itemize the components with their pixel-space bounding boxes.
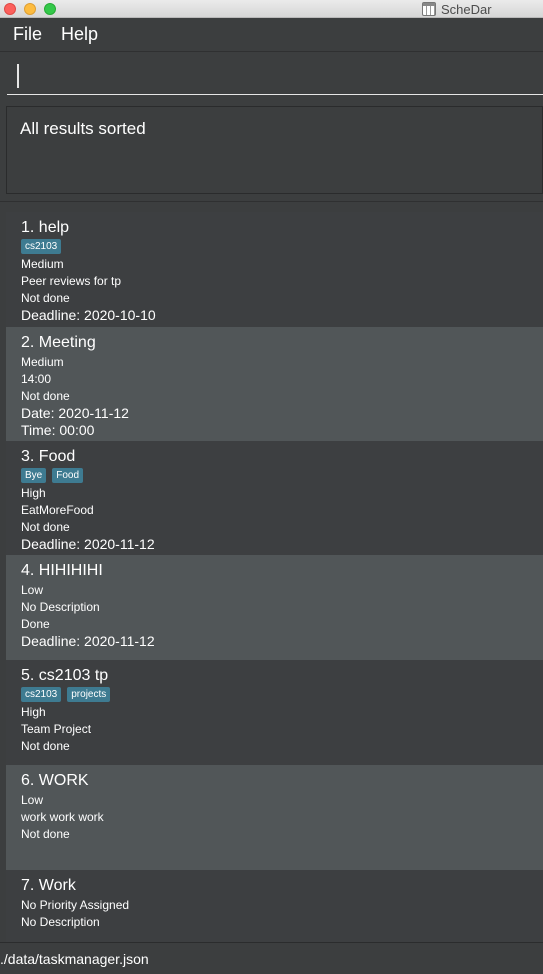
task-description: work work work <box>21 810 104 824</box>
data-file-path: ./data/taskmanager.json <box>0 950 149 967</box>
status-bar: ./data/taskmanager.json <box>0 942 543 974</box>
menu-help[interactable]: Help <box>48 24 104 45</box>
tag: Food <box>52 468 84 483</box>
task-title: 4. HIHIHIHI <box>21 562 103 579</box>
task-status: Done <box>21 617 50 631</box>
task-card[interactable]: 5. cs2103 tp cs2103 projects High Team P… <box>6 660 543 765</box>
task-priority: Low <box>21 793 44 807</box>
task-status: Not done <box>21 739 70 753</box>
task-priority: Medium <box>21 355 64 369</box>
menu-file[interactable]: File <box>0 24 48 45</box>
result-display: All results sorted <box>6 106 543 194</box>
tag-list: cs2103 <box>21 239 528 254</box>
task-priority: Low <box>21 583 44 597</box>
task-priority: High <box>21 705 46 719</box>
window-title: ScheDar <box>441 1 492 17</box>
menu-bar: File Help <box>0 18 543 52</box>
task-deadline: Deadline: 2020-11-12 <box>21 536 155 552</box>
task-card[interactable]: 6. WORK Low work work work Not done <box>6 765 543 870</box>
task-priority: No Priority Assigned <box>21 898 130 912</box>
task-title: 6. WORK <box>21 772 89 789</box>
task-card[interactable]: 2. Meeting Medium 14:00 Not done Date: 2… <box>6 327 543 441</box>
task-title: 5. cs2103 tp <box>21 667 109 684</box>
tag-list: cs2103 projects <box>21 687 528 702</box>
task-deadline: Deadline: 2020-11-12 <box>21 633 155 649</box>
task-priority: High <box>21 486 46 500</box>
maximize-window-button[interactable] <box>44 3 56 15</box>
task-card[interactable]: 1. help cs2103 Medium Peer reviews for t… <box>6 212 543 327</box>
result-text: All results sorted <box>20 119 146 138</box>
task-list[interactable]: 1. help cs2103 Medium Peer reviews for t… <box>0 201 543 942</box>
result-display-container: All results sorted <box>0 101 543 201</box>
title-bar: ScheDar <box>0 0 543 18</box>
task-description: EatMoreFood <box>21 503 94 517</box>
tag: Bye <box>21 468 47 483</box>
tag-list: Bye Food <box>21 468 528 483</box>
task-card[interactable]: 4. HIHIHIHI Low No Description Done Dead… <box>6 555 543 660</box>
task-date: Date: 2020-11-12 <box>21 405 129 421</box>
window-title-group: ScheDar <box>422 1 492 17</box>
minimize-window-button[interactable] <box>24 3 36 15</box>
task-priority: Medium <box>21 257 64 271</box>
tag: projects <box>67 687 111 702</box>
task-title: 2. Meeting <box>21 334 96 351</box>
task-time: Time: 00:00 <box>21 422 95 438</box>
close-window-button[interactable] <box>4 3 16 15</box>
task-status: Not done <box>21 389 70 403</box>
task-status: Not done <box>21 827 70 841</box>
task-title: 7. Work <box>21 877 76 894</box>
task-title: 1. help <box>21 219 70 236</box>
task-status: Not done <box>21 520 70 534</box>
task-description: 14:00 <box>21 372 52 386</box>
task-title: 3. Food <box>21 448 76 465</box>
task-description: Team Project <box>21 722 92 736</box>
command-input[interactable] <box>7 61 543 95</box>
task-status: Not done <box>21 291 70 305</box>
task-description: Peer reviews for tp <box>21 274 122 288</box>
tag: cs2103 <box>21 239 62 254</box>
command-box <box>0 53 543 101</box>
text-caret <box>17 64 19 88</box>
task-deadline: Deadline: 2020-10-10 <box>21 307 156 323</box>
calendar-icon <box>422 2 436 16</box>
task-description: No Description <box>21 600 100 614</box>
tag: cs2103 <box>21 687 62 702</box>
task-description: No Description <box>21 915 100 929</box>
task-card[interactable]: 7. Work No Priority Assigned No Descript… <box>6 870 543 942</box>
task-card[interactable]: 3. Food Bye Food High EatMoreFood Not do… <box>6 441 543 555</box>
